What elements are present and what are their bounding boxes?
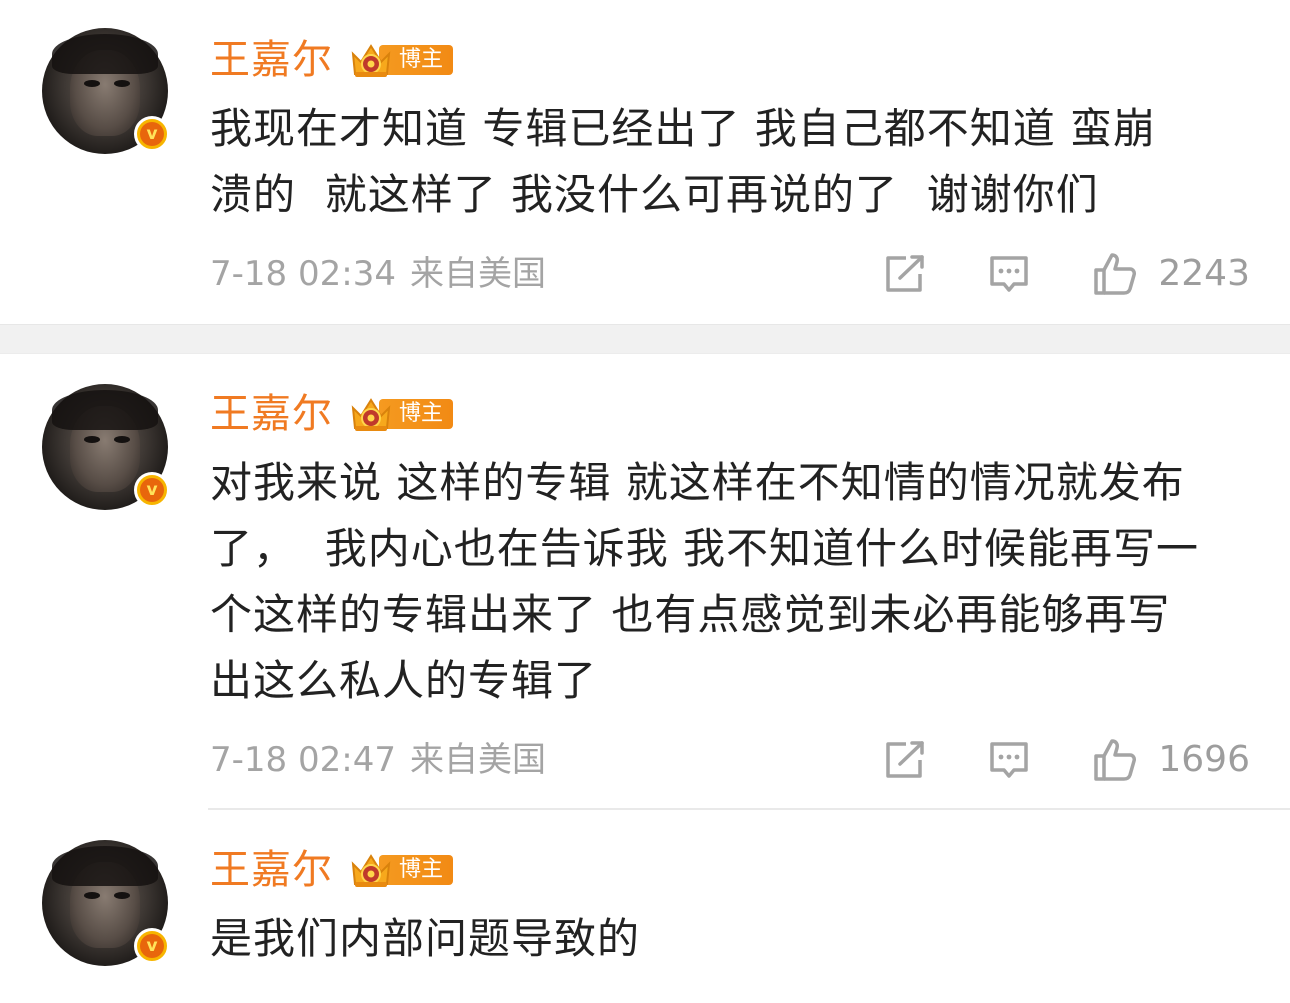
avatar-eye [84, 436, 100, 443]
repost-icon [886, 741, 925, 778]
avatar-eye [84, 892, 100, 899]
comment-text: 我现在才知道 专辑已经出了 我自己都不知道 蛮崩 溃的 就这样了 我没什么可再说… [210, 104, 1157, 219]
avatar-eye [114, 80, 130, 87]
comment-button[interactable] [988, 254, 1030, 294]
comment-button[interactable] [988, 740, 1030, 780]
comment-location: 来自美国 [409, 254, 546, 294]
avatar-eye [114, 436, 130, 443]
repost-button[interactable] [884, 254, 926, 294]
thumbs-up-icon [1094, 739, 1137, 781]
crown-icon [351, 854, 391, 887]
avatar-hair [52, 390, 158, 430]
username[interactable]: 王嘉尔 [210, 390, 333, 438]
comment-icon [990, 256, 1029, 292]
repost-button[interactable] [884, 740, 926, 780]
repost-icon [886, 255, 925, 292]
author-badge: 博主 [347, 42, 454, 78]
comment-location: 来自美国 [409, 740, 546, 780]
avatar-eye [114, 892, 130, 899]
like-button[interactable]: 2243 [1092, 251, 1250, 297]
comment-meta: 7-18 02:34 来自美国 [210, 252, 546, 296]
verified-v-icon: v [134, 928, 170, 964]
crown-icon [351, 398, 391, 431]
comment-actions: 2243 [822, 251, 1250, 297]
comment-actions: 1696 [822, 737, 1250, 783]
username[interactable]: 王嘉尔 [210, 846, 333, 894]
like-button[interactable]: 1696 [1092, 737, 1250, 783]
comment-item: v 王嘉尔 博主 我现在才知道 专辑已经出了 我自己都不知道 蛮崩 溃的 就这样… [0, 0, 1290, 324]
comment-item: v 王嘉尔 博主 是我们内部问题导致的 [0, 810, 1290, 1003]
like-count: 2243 [1158, 253, 1250, 294]
crown-icon [351, 44, 391, 77]
avatar-hair [52, 34, 158, 74]
avatar[interactable]: v [42, 28, 170, 154]
comment-time: 7-18 02:47 [210, 740, 396, 780]
verified-v-icon: v [134, 472, 170, 508]
author-badge: 博主 [347, 852, 454, 888]
comment-time: 7-18 02:34 [210, 254, 396, 294]
avatar-eye [84, 80, 100, 87]
like-count: 1696 [1158, 739, 1250, 780]
comment-icon [990, 742, 1029, 778]
avatar[interactable]: v [42, 840, 170, 966]
avatar[interactable]: v [42, 384, 170, 510]
comment-text: 是我们内部问题导致的 [210, 914, 641, 963]
avatar-hair [52, 846, 158, 886]
comment-item: v 王嘉尔 博主 对我来说 这样的专辑 就这样在不知情的情况就发布 了， 我内心… [0, 354, 1290, 810]
verified-v-icon: v [134, 116, 170, 152]
username[interactable]: 王嘉尔 [210, 36, 333, 84]
author-badge: 博主 [347, 396, 454, 432]
comment-text: 对我来说 这样的专辑 就这样在不知情的情况就发布 了， 我内心也在告诉我 我不知… [210, 458, 1200, 705]
thumbs-up-icon [1094, 253, 1137, 295]
section-divider [0, 324, 1290, 354]
comment-meta: 7-18 02:47 来自美国 [210, 738, 546, 782]
